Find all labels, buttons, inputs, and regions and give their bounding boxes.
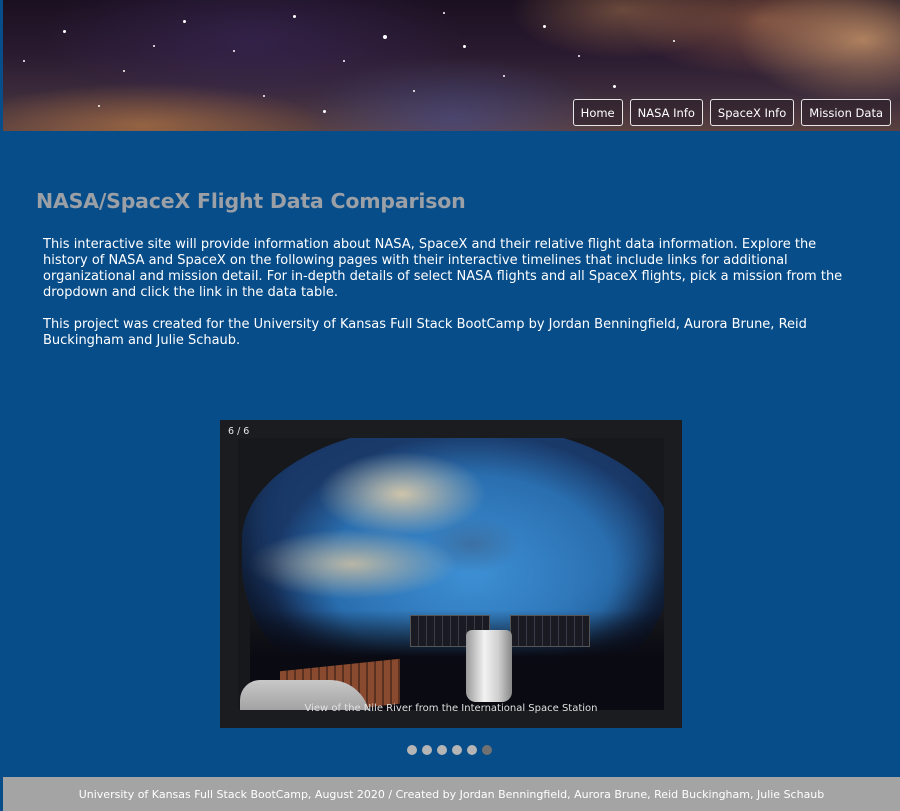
image-carousel[interactable]: 6 / 6 View of the Nile River from the In… [220,420,682,728]
main-nav: Home NASA Info SpaceX Info Mission Data [572,99,891,126]
intro-paragraph: This interactive site will provide infor… [43,237,843,300]
header-banner: Home NASA Info SpaceX Info Mission Data [3,0,900,131]
carousel-dot-active[interactable] [482,745,492,755]
nav-nasa-info-button[interactable]: NASA Info [629,99,703,126]
carousel-dot[interactable] [467,745,477,755]
slide-counter: 6 / 6 [228,426,250,437]
page-title: NASA/SpaceX Flight Data Comparison [36,189,466,213]
carousel-dot[interactable] [452,745,462,755]
nav-mission-data-button[interactable]: Mission Data [801,99,891,126]
footer-text: University of Kansas Full Stack BootCamp… [78,787,825,801]
dragon-capsule-image [466,630,512,702]
nav-home-button[interactable]: Home [572,99,623,126]
footer: University of Kansas Full Stack BootCamp… [3,777,900,811]
nav-spacex-info-button[interactable]: SpaceX Info [709,99,795,126]
slide-caption: View of the Nile River from the Internat… [304,703,598,714]
credits-paragraph: This project was created for the Univers… [43,317,807,348]
carousel-dot[interactable] [422,745,432,755]
carousel-dot[interactable] [407,745,417,755]
carousel-dots [407,745,492,755]
intro-text: This interactive site will provide infor… [43,237,858,365]
carousel-dot[interactable] [437,745,447,755]
